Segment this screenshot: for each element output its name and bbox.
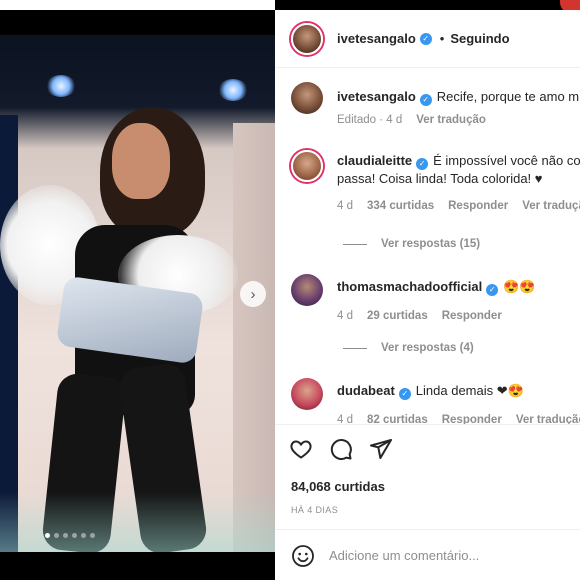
verified-badge-icon: ✓: [419, 32, 432, 45]
view-replies-label: Ver respostas (15): [381, 238, 481, 250]
smiley-icon[interactable]: [291, 544, 315, 568]
comment-text: Linda demais ❤😍: [415, 383, 524, 398]
replies-line: [343, 347, 367, 349]
comment-username[interactable]: thomasmachadoofficial: [337, 279, 482, 294]
view-replies-button[interactable]: Ver respostas (4): [343, 342, 474, 354]
comment-text: É impossível você não co: [433, 153, 580, 168]
carousel-dot: [63, 533, 68, 538]
carousel-dot: [81, 533, 86, 538]
add-comment-bar: Adicione um comentário...: [275, 529, 580, 580]
top-bar: [0, 0, 275, 10]
carousel-dots: [45, 533, 95, 538]
comment-age: 4 d: [337, 200, 353, 212]
heart-icon[interactable]: [289, 437, 313, 461]
post-timestamp: HÁ 4 DIAS: [291, 505, 339, 515]
caption-username[interactable]: ivetesangalo: [337, 89, 416, 104]
singer-face: [112, 123, 170, 199]
post-actions: 84,068 curtidas HÁ 4 DIAS Adicione um co…: [275, 424, 580, 580]
carousel-next-button[interactable]: ›: [240, 281, 266, 307]
add-comment-input[interactable]: Adicione um comentário...: [329, 548, 479, 563]
chevron-right-icon: ›: [250, 285, 256, 303]
verified-badge-icon: ✓: [419, 94, 432, 106]
carousel-dot: [90, 533, 95, 538]
replies-line: [343, 243, 367, 245]
comment-age: 4 d: [337, 414, 353, 424]
comment-likes[interactable]: 29 curtidas: [367, 310, 428, 322]
comment-username[interactable]: dudabeat: [337, 383, 395, 398]
comment-row: dudabeat ✓ Linda demais ❤😍 4 d 82 curtidas R…: [291, 378, 580, 424]
header-separator: •: [439, 31, 445, 46]
comment-row: claudialeitte ✓ É impossível você não co p…: [291, 150, 580, 212]
comment-reply-button[interactable]: Responder: [448, 200, 508, 212]
stage-background-right: [233, 123, 275, 552]
caption-edited: Editado · 4 d: [337, 114, 403, 126]
comments-list[interactable]: ivetesangalo ✓ Recife, porque te amo m Edi…: [275, 68, 580, 424]
caption-row: ivetesangalo ✓ Recife, porque te amo m Edi…: [291, 82, 579, 126]
comment-reply-button[interactable]: Responder: [442, 414, 502, 424]
post-media-panel: ›: [0, 0, 275, 580]
comment-reply-button[interactable]: Responder: [442, 310, 502, 322]
author-username[interactable]: ivetesangalo: [337, 31, 416, 46]
carousel-dot: [45, 533, 50, 538]
verified-badge-icon: ✓: [486, 284, 499, 296]
comment-likes[interactable]: 82 curtidas: [367, 414, 428, 424]
verified-badge-icon: ✓: [398, 388, 411, 400]
comment-icon[interactable]: [329, 437, 353, 461]
follow-status-button[interactable]: Seguindo: [450, 31, 509, 46]
commenter-avatar[interactable]: [291, 150, 323, 182]
comment-age: 4 d: [337, 310, 353, 322]
commenter-avatar[interactable]: [291, 378, 323, 410]
carousel-dot: [54, 533, 59, 538]
floor-glow: [0, 492, 275, 552]
commenter-avatar[interactable]: [291, 274, 323, 306]
post-photo[interactable]: [0, 35, 275, 552]
verified-badge-icon: ✓: [416, 158, 429, 170]
comment-username[interactable]: claudialeitte: [337, 153, 412, 168]
comment-likes[interactable]: 334 curtidas: [367, 200, 434, 212]
comment-text-continued: passa! Coisa linda! Toda colorida! ♥: [337, 171, 543, 186]
stage-light: [46, 75, 76, 97]
author-avatar[interactable]: [291, 82, 323, 114]
carousel-dot: [72, 533, 77, 538]
stage-background-left: [0, 115, 18, 552]
likes-count[interactable]: 84,068 curtidas: [291, 479, 385, 494]
post-side-panel: ivetesangalo ✓ • Seguindo ivetesangalo ✓ R…: [275, 10, 580, 580]
view-replies-label: Ver respostas (4): [381, 342, 474, 354]
comment-translate-link[interactable]: Ver tradução: [516, 414, 580, 424]
paper-plane-icon[interactable]: [369, 437, 393, 461]
caption-text: Recife, porque te amo m: [436, 89, 580, 104]
caption-translate-link[interactable]: Ver tradução: [416, 114, 486, 126]
comment-row: thomasmachadoofficial ✓ 😍😍 4 d 29 curtidas R…: [291, 274, 536, 322]
stage-light: [218, 79, 248, 101]
view-replies-button[interactable]: Ver respostas (15): [343, 238, 480, 250]
author-avatar[interactable]: [291, 22, 323, 55]
comment-translate-link[interactable]: Ver traduçã: [522, 200, 580, 212]
comment-text: 😍😍: [503, 279, 536, 294]
post-header: ivetesangalo ✓ • Seguindo: [275, 10, 580, 68]
